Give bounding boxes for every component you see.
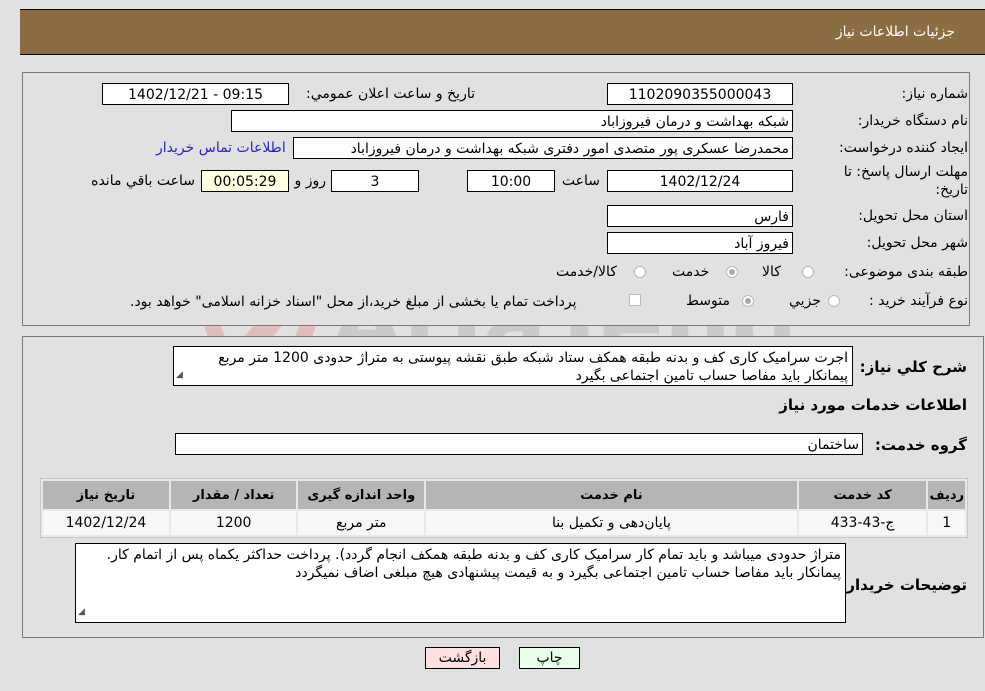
creator-label: ایجاد کننده درخواست: <box>839 140 968 156</box>
col-row-number: ردیف <box>928 481 965 509</box>
creator-field: محمدرضا عسکری پور متصدی امور دفتری شبکه … <box>293 137 793 159</box>
remaining-time-field: 00:05:29 <box>201 170 289 192</box>
category-option-service: خدمت <box>672 264 710 280</box>
cell-service-name: پایان‌دهی و تکمیل بنا <box>426 511 797 535</box>
deadline-time-field: 10:00 <box>467 170 555 192</box>
services-heading: اطلاعات خدمات مورد نیاز <box>779 396 967 414</box>
category-label: طبقه بندی موضوعی: <box>844 264 968 280</box>
cell-need-date: 1402/12/24 <box>43 511 169 535</box>
page-title: جزئیات اطلاعات نیاز <box>835 24 955 40</box>
category-radio-goods-service[interactable] <box>634 266 646 278</box>
services-table: ردیف کد خدمت نام خدمت واحد اندازه گیری ت… <box>40 478 968 538</box>
category-option-goods: کالا <box>762 264 781 280</box>
col-need-date: تاریخ نیاز <box>43 481 169 509</box>
cell-unit: متر مربع <box>298 511 425 535</box>
resize-grip-icon[interactable]: ◢ <box>78 603 85 621</box>
city-label: شهر محل تحویل: <box>866 235 968 251</box>
summary-text: اجرت سرامیک کاری کف و بدنه طبقه همکف ستا… <box>218 350 848 384</box>
treasury-note: پرداخت تمام یا بخشی از مبلغ خرید،از محل … <box>130 294 577 310</box>
summary-textarea[interactable]: اجرت سرامیک کاری کف و بدنه طبقه همکف ستا… <box>173 346 853 386</box>
buyer-notes-text: متراژ حدودی میباشد و باید تمام کار سرامی… <box>106 547 841 581</box>
cell-row-number: 1 <box>928 511 965 535</box>
need-number-field: 1102090355000043 <box>607 83 793 105</box>
summary-label: شرح کلي نیاز: <box>859 358 967 376</box>
col-quantity: تعداد / مقدار <box>170 481 297 509</box>
days-label: روز و <box>294 173 327 189</box>
page-header: جزئیات اطلاعات نیاز <box>20 9 985 55</box>
treasury-checkbox[interactable] <box>629 294 641 306</box>
need-number-label: شماره نیاز: <box>901 86 969 102</box>
process-radio-medium[interactable] <box>742 295 754 307</box>
buyer-notes-label: توضیحات خریدار: <box>840 576 967 594</box>
table-header-row: ردیف کد خدمت نام خدمت واحد اندازه گیری ت… <box>43 481 965 509</box>
province-label: استان محل تحویل: <box>858 208 968 224</box>
process-label: نوع فرآیند خرید : <box>869 293 968 309</box>
buyer-org-label: نام دستگاه خریدار: <box>857 113 968 129</box>
deadline-date-field: 1402/12/24 <box>607 170 793 192</box>
back-button[interactable]: بازگشت <box>425 647 500 669</box>
col-service-name: نام خدمت <box>426 481 797 509</box>
col-unit: واحد اندازه گیری <box>298 481 425 509</box>
buyer-org-field: شبکه بهداشت و درمان فیروزاباد <box>231 110 793 132</box>
category-radio-goods[interactable] <box>802 266 814 278</box>
buyer-contact-link[interactable]: اطلاعات تماس خریدار <box>156 140 286 156</box>
days-field: 3 <box>331 170 419 192</box>
announce-label: تاریخ و ساعت اعلان عمومي: <box>306 86 475 102</box>
cell-service-code: ج-43-433 <box>798 511 927 535</box>
service-group-label: گروه خدمت: <box>874 436 967 454</box>
process-option-medium: متوسط <box>686 293 730 309</box>
city-field: فیروز آباد <box>607 232 793 254</box>
divider <box>22 637 984 638</box>
province-field: فارس <box>607 205 793 227</box>
deadline-label-2: تاریخ: <box>935 182 968 198</box>
announce-field: 1402/12/21 - 09:15 <box>102 83 289 105</box>
resize-grip-icon[interactable]: ◢ <box>176 366 183 384</box>
category-option-goods-service: کالا/خدمت <box>556 264 617 280</box>
process-option-minor: جزيي <box>789 293 821 309</box>
category-radio-service[interactable] <box>726 266 738 278</box>
time-label: ساعت <box>561 173 600 189</box>
buyer-notes-textarea[interactable]: متراژ حدودی میباشد و باید تمام کار سرامی… <box>75 543 846 623</box>
deadline-label: مهلت ارسال پاسخ: تا <box>843 164 968 180</box>
service-group-field: ساختمان <box>175 433 863 455</box>
remaining-label: ساعت باقي مانده <box>91 173 195 189</box>
print-button[interactable]: چاپ <box>519 647 580 669</box>
table-row: 1 ج-43-433 پایان‌دهی و تکمیل بنا متر مرب… <box>43 511 965 535</box>
process-radio-minor[interactable] <box>828 295 840 307</box>
cell-quantity: 1200 <box>170 511 297 535</box>
col-service-code: کد خدمت <box>798 481 927 509</box>
